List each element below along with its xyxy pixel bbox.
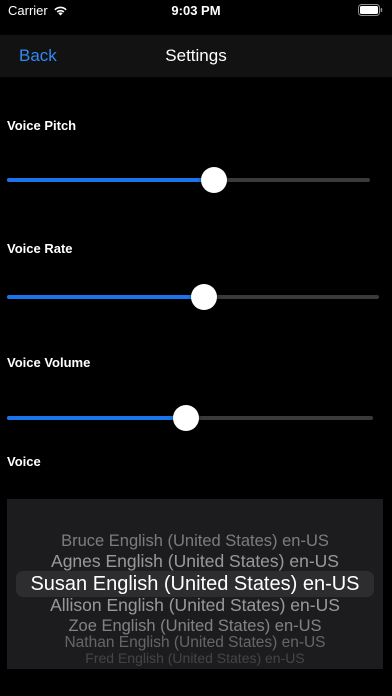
- slider-fill: [7, 178, 214, 182]
- status-time: 9:03 PM: [171, 3, 221, 18]
- battery-icon: [358, 4, 383, 16]
- picker-option[interactable]: Allison English (United States) en-US: [7, 595, 383, 617]
- voice-pitch-slider[interactable]: [7, 166, 370, 194]
- voice-label: Voice: [7, 454, 41, 469]
- picker-option-selected[interactable]: Susan English (United States) en-US: [25, 572, 365, 596]
- voice-pitch-label: Voice Pitch: [7, 118, 77, 133]
- voice-rate-label: Voice Rate: [7, 241, 73, 256]
- navigation-bar: Back Settings: [0, 35, 392, 77]
- status-bar: Carrier 9:03 PM: [0, 0, 392, 22]
- slider-fill: [7, 295, 205, 299]
- picker-option[interactable]: Fred English (United States) en-US: [7, 649, 383, 667]
- slider-fill: [7, 416, 187, 420]
- voice-volume-label: Voice Volume: [7, 355, 91, 370]
- voice-picker[interactable]: Bruce English (United States) en-US Agnes…: [7, 499, 383, 669]
- slider-thumb[interactable]: [173, 405, 200, 431]
- picker-option[interactable]: Bruce English (United States) en-US: [7, 531, 383, 552]
- slider-thumb[interactable]: [191, 284, 218, 310]
- picker-option[interactable]: Agnes English (United States) en-US: [7, 551, 383, 573]
- voice-rate-slider[interactable]: [7, 283, 379, 311]
- page-title: Settings: [165, 46, 227, 65]
- slider-thumb[interactable]: [200, 167, 227, 193]
- voice-volume-slider[interactable]: [7, 404, 373, 432]
